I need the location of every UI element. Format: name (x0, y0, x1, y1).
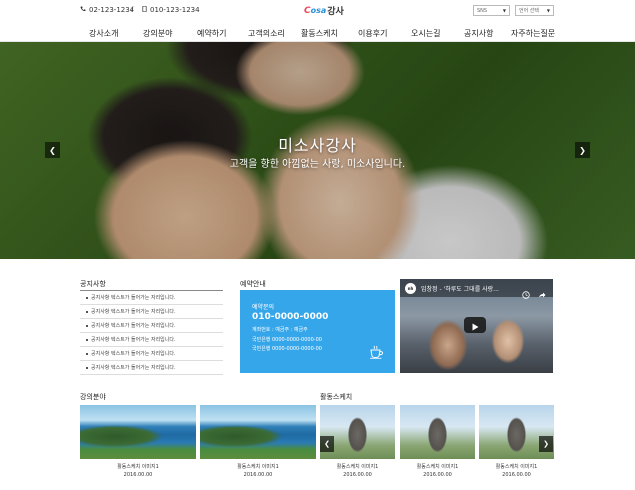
nav-item-voice[interactable]: 고객의소리 (248, 28, 285, 39)
notice-list: 공지사항 텍스트가 들어가는 자리입니다. 공지사항 텍스트가 들어가는 자리입… (80, 290, 223, 375)
coffee-cup-icon (369, 344, 385, 363)
phone-2: 010-123-1234 (142, 5, 200, 14)
nav-item-instructor[interactable]: 강사소개 (89, 28, 118, 39)
list-item[interactable]: 공지사항 텍스트가 들어가는 자리입니다. (80, 361, 223, 375)
logo-part-2: osa (310, 6, 327, 15)
card-date: 2016.00.00 (502, 472, 531, 478)
channel-logo[interactable]: nh (405, 283, 416, 294)
reservation-inquiry-label: 예약문의 (252, 304, 275, 311)
hero-banner: 미소사강사 고객을 향한 아낌없는 사랑, 미소사입니다. ❮ ❯ (0, 42, 635, 259)
mobile-icon (142, 5, 147, 14)
hero-next-button[interactable]: ❯ (575, 142, 590, 158)
card-date: 2016.00.00 (123, 472, 153, 478)
reservation-phone: 010-0000-0000 (252, 312, 329, 322)
play-icon (472, 316, 479, 335)
card-date: 2016.00.00 (423, 472, 452, 478)
main-nav: 강사소개 강의분야 예약하기 고객의소리 활동스케치 이용후기 오시는길 공지사… (0, 22, 635, 42)
phone-2-text: 010-123-1234 (150, 6, 200, 14)
language-select-value: 언어 선택 (519, 8, 539, 14)
chevron-right-icon: ❯ (543, 440, 549, 448)
play-button[interactable] (464, 317, 486, 333)
list-item[interactable]: 공지사항 텍스트가 들어가는 자리입니다. (80, 347, 223, 361)
phone-1-text: 02-123-1234 (89, 6, 135, 14)
list-item[interactable]: 공지사항 텍스트가 들어가는 자리입니다. (80, 305, 223, 319)
hero-prev-button[interactable]: ❮ (45, 142, 60, 158)
top-bar: 02-123-1234 / 010-123-1234 C osa 강사 SNS … (0, 0, 635, 22)
share-icon[interactable] (538, 284, 546, 303)
card-date: 2016.00.00 (343, 472, 372, 478)
site-logo[interactable]: C osa 강사 (304, 4, 344, 18)
nav-item-reservation[interactable]: 예약하기 (197, 28, 226, 39)
seaside-image (80, 405, 196, 459)
video-title[interactable]: 임창정 - '하루도 그대를 사랑... (421, 284, 499, 293)
card-caption: 활동스케치 이미지1 (117, 464, 159, 470)
sketch-prev-button[interactable]: ❮ (320, 436, 334, 452)
phone-icon (80, 6, 86, 14)
phone-1: 02-123-1234 (80, 6, 134, 14)
sns-select-value: SNS (477, 7, 488, 14)
lecture-card[interactable]: 활동스케치 이미지1 2016.00.00 (80, 405, 196, 478)
hero-title: 미소사강사 (278, 136, 357, 155)
reservation-bank-2: 국민은행 0000-0000-0000-00 (252, 346, 322, 352)
phone-separator: / (131, 5, 134, 13)
seaside-image (200, 405, 316, 459)
clock-icon[interactable] (522, 284, 530, 303)
sns-select[interactable]: SNS ▼ (473, 5, 510, 16)
nav-item-lecture[interactable]: 강의분야 (143, 28, 172, 39)
reservation-title: 예약안내 (240, 280, 266, 288)
reservation-box: 예약문의 010-0000-0000 계좌번호 : 예금주 : 예금주 국민은행… (240, 290, 395, 373)
chevron-left-icon: ❮ (324, 440, 330, 448)
language-select[interactable]: 언어 선택 ▼ (515, 5, 554, 16)
list-item[interactable]: 공지사항 텍스트가 들어가는 자리입니다. (80, 333, 223, 347)
hero-subtitle: 고객을 향한 아낌없는 사랑, 미소사입니다. (229, 159, 406, 170)
nav-item-directions[interactable]: 오시는길 (411, 28, 440, 39)
nav-item-notice[interactable]: 공지사항 (464, 28, 493, 39)
sketch-card[interactable]: 활동스케치 이미지1 2016.00.00 (400, 405, 475, 478)
card-caption: 활동스케치 이미지1 (495, 464, 538, 470)
logo-part-3: 강사 (327, 7, 344, 17)
nav-item-faq[interactable]: 자주하는질문 (511, 28, 555, 39)
lectures-title: 강의분야 (80, 393, 106, 401)
nav-item-reviews[interactable]: 이용후기 (358, 28, 387, 39)
video-player[interactable]: nh 임창정 - '하루도 그대를 사랑... (400, 279, 553, 373)
lecture-card[interactable]: 활동스케치 이미지1 2016.00.00 (200, 405, 316, 478)
nav-item-sketch[interactable]: 활동스케치 (301, 28, 338, 39)
chevron-down-icon: ▼ (502, 8, 506, 13)
card-caption: 활동스케치 이미지1 (237, 464, 279, 470)
list-item[interactable]: 공지사항 텍스트가 들어가는 자리입니다. (80, 319, 223, 333)
card-caption: 활동스케치 이미지1 (336, 464, 379, 470)
notice-title: 공지사항 (80, 280, 106, 288)
sketch-title: 활동스케치 (320, 393, 353, 401)
chevron-right-icon: ❯ (579, 145, 586, 155)
reservation-bank-1: 국민은행 0000-0000-0000-00 (252, 337, 322, 343)
stone-statue-image (400, 405, 475, 459)
card-date: 2016.00.00 (243, 472, 273, 478)
sketch-next-button[interactable]: ❯ (539, 436, 553, 452)
reservation-account: 계좌번호 : 예금주 : 예금주 (252, 327, 308, 333)
card-caption: 활동스케치 이미지1 (416, 464, 459, 470)
chevron-left-icon: ❮ (49, 145, 56, 155)
list-item[interactable]: 공지사항 텍스트가 들어가는 자리입니다. (80, 291, 223, 305)
chevron-down-icon: ▼ (546, 8, 550, 13)
logo-part-1: C (304, 5, 311, 16)
